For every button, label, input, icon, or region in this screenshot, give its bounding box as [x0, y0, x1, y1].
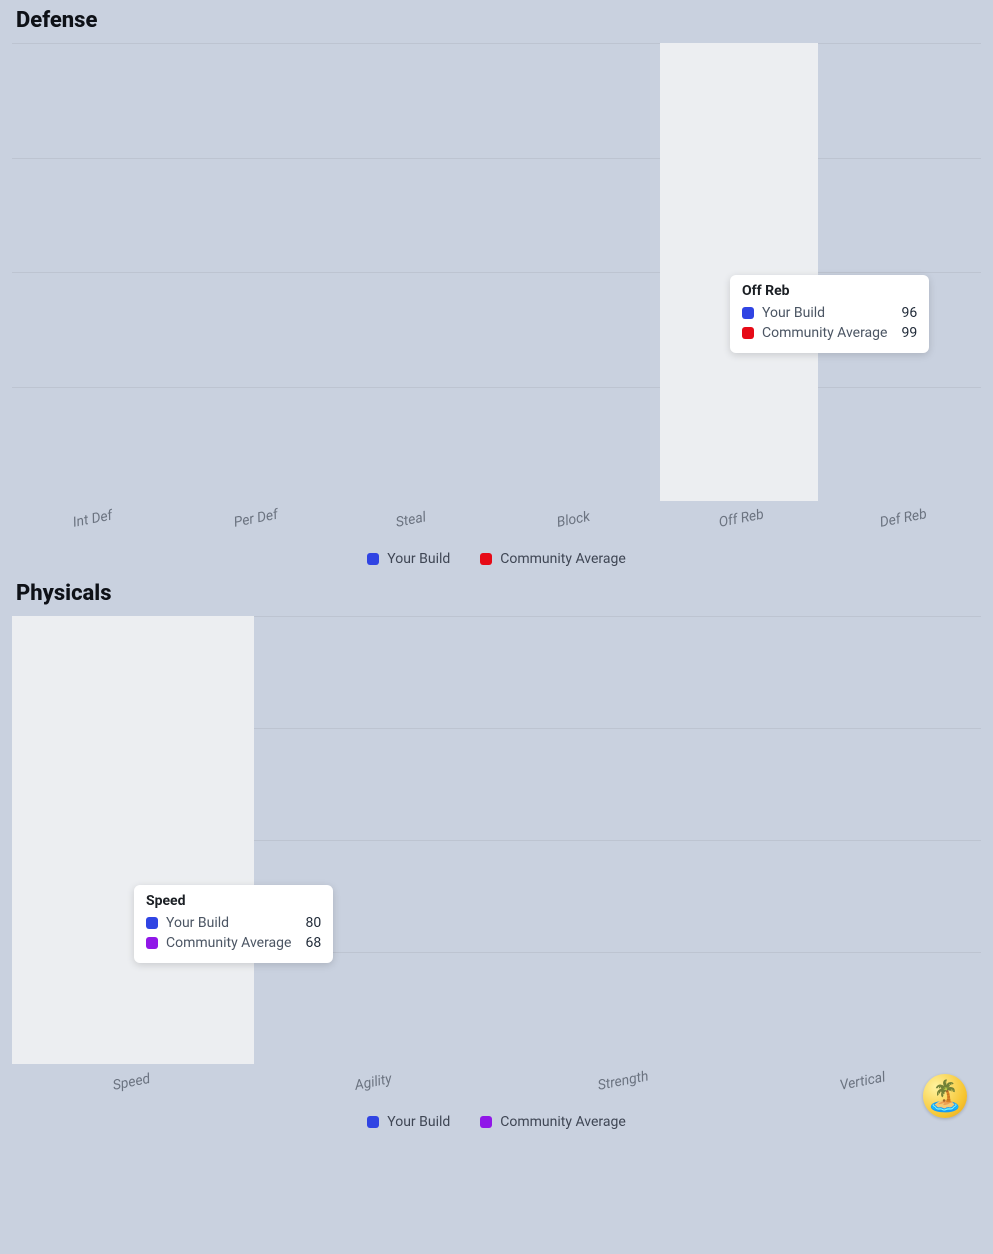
axis-label: Def Reb	[879, 506, 929, 531]
tooltip-row: Community Average 99	[742, 323, 917, 343]
axis-label: Agility	[354, 1071, 394, 1094]
tooltip-defense: Off Reb Your Build 96 Community Average …	[730, 275, 929, 353]
bar-group[interactable]	[820, 43, 982, 501]
axis-label: Vertical	[838, 1069, 886, 1093]
chart-physicals: Speed Your Build 80 Community Average 68…	[12, 616, 981, 1130]
plot-area-defense: Off Reb Your Build 96 Community Average …	[12, 43, 981, 501]
tooltip-row: Your Build 96	[742, 303, 917, 323]
bar-group[interactable]	[12, 616, 254, 1064]
badge-icon[interactable]: 🏝️	[923, 1074, 967, 1118]
legend-item: Community Average	[480, 1114, 625, 1130]
bar-group[interactable]	[335, 43, 497, 501]
plot-area-physicals: Speed Your Build 80 Community Average 68	[12, 616, 981, 1064]
bar-groups-defense	[12, 43, 981, 501]
bar-group[interactable]	[658, 43, 820, 501]
axis-label: Int Def	[71, 508, 113, 531]
axis-labels-defense: Int Def Per Def Steal Block Off Reb Def Reb	[12, 501, 981, 545]
bar-group[interactable]	[12, 43, 174, 501]
bar-group[interactable]	[739, 616, 981, 1064]
axis-label: Block	[556, 509, 592, 531]
tooltip-physicals: Speed Your Build 80 Community Average 68	[134, 885, 333, 963]
section-title-physicals: Physicals	[16, 581, 981, 606]
section-title-defense: Defense	[16, 8, 981, 33]
swatch-icon	[742, 327, 754, 339]
chart-defense: Off Reb Your Build 96 Community Average …	[12, 43, 981, 567]
axis-label: Steal	[394, 509, 427, 531]
legend-item: Community Average	[480, 551, 625, 567]
swatch-icon	[480, 553, 492, 565]
bar-group[interactable]	[174, 43, 336, 501]
legend-physicals: Your Build Community Average	[12, 1114, 981, 1130]
axis-labels-physicals: Speed Agility Strength Vertical	[12, 1064, 981, 1108]
swatch-icon	[367, 1116, 379, 1128]
tooltip-title: Off Reb	[742, 283, 917, 299]
page-root: Defense Off Reb Your Build 96 Community …	[0, 0, 993, 1150]
axis-label: Speed	[112, 1071, 152, 1094]
legend-defense: Your Build Community Average	[12, 551, 981, 567]
axis-label: Strength	[596, 1068, 649, 1093]
bar-groups-physicals	[12, 616, 981, 1064]
tooltip-row: Your Build 80	[146, 913, 321, 933]
bar-group[interactable]	[254, 616, 496, 1064]
axis-label: Per Def	[233, 507, 280, 531]
tooltip-row: Community Average 68	[146, 933, 321, 953]
swatch-icon	[146, 917, 158, 929]
swatch-icon	[367, 553, 379, 565]
swatch-icon	[480, 1116, 492, 1128]
axis-label: Off Reb	[717, 506, 765, 530]
legend-item: Your Build	[367, 1114, 450, 1130]
legend-item: Your Build	[367, 551, 450, 567]
tooltip-title: Speed	[146, 893, 321, 909]
bar-group[interactable]	[497, 616, 739, 1064]
bar-group[interactable]	[497, 43, 659, 501]
swatch-icon	[742, 307, 754, 319]
swatch-icon	[146, 937, 158, 949]
